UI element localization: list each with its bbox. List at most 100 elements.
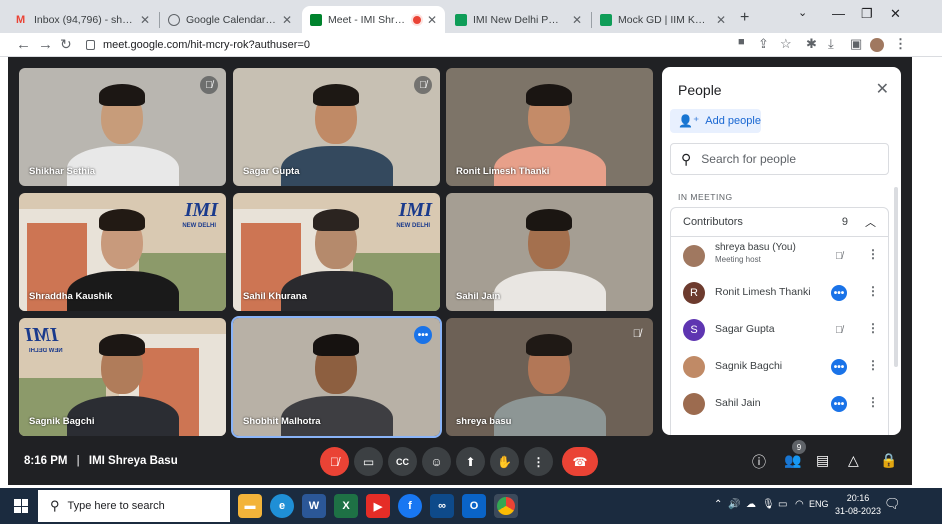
chat-icon[interactable]: ▤ bbox=[816, 452, 829, 469]
taskbar-search-box[interactable]: ⚲ Type here to search bbox=[38, 490, 230, 522]
tab-sheets-iim[interactable]: Mock GD | IIM Kashipur - Go ✕ bbox=[592, 6, 734, 33]
profile-avatar[interactable] bbox=[870, 38, 884, 52]
youtube-icon[interactable]: ▶ bbox=[366, 494, 390, 518]
participant-avatar bbox=[683, 393, 705, 415]
participant-hair bbox=[99, 334, 145, 356]
hand-icon: ✋ bbox=[497, 454, 512, 469]
add-person-icon: 👤⁺ bbox=[678, 114, 700, 128]
mic-off-icon: 🎙̸ bbox=[835, 250, 843, 262]
close-tab-icon[interactable]: ✕ bbox=[572, 13, 582, 27]
close-tab-icon[interactable]: ✕ bbox=[427, 13, 437, 27]
tab-meet[interactable]: Meet - IMI Shreya Basu ✕ bbox=[302, 6, 445, 33]
word-icon[interactable]: W bbox=[302, 494, 326, 518]
participant-row[interactable]: Sahil Jain ••• ⋮ bbox=[671, 385, 890, 422]
participant-options-icon[interactable]: ⋮ bbox=[867, 395, 879, 409]
participant-row[interactable]: shreya basu (You) Meeting host 🎙̸ ⋮ bbox=[671, 237, 890, 274]
more-options-button[interactable]: ⋮ bbox=[524, 447, 553, 476]
search-icon: ⚲ bbox=[50, 498, 60, 513]
participant-options-icon[interactable]: ⋮ bbox=[867, 247, 879, 261]
speaker-icon[interactable]: 🔊 bbox=[728, 499, 740, 510]
search-people-input[interactable]: ⚲ Search for people bbox=[670, 143, 889, 175]
download-icon[interactable]: ⤓ bbox=[828, 36, 834, 52]
reload-icon[interactable]: ↻ bbox=[60, 36, 72, 53]
new-tab-button[interactable]: + bbox=[740, 9, 749, 27]
host-controls-icon[interactable]: 🔒 bbox=[880, 452, 897, 469]
participant-hair bbox=[526, 84, 572, 106]
present-button[interactable]: ⬆ bbox=[456, 447, 485, 476]
participant-tile[interactable]: IMI NEW DELHI Sahil Khurana bbox=[233, 193, 440, 311]
participant-tile[interactable]: Shikhar Sethia 🎙̸ bbox=[19, 68, 226, 186]
close-window-button[interactable]: ✕ bbox=[890, 6, 901, 22]
participant-row[interactable]: Sagnik Bagchi ••• ⋮ bbox=[671, 348, 890, 385]
minimize-button[interactable]: — bbox=[832, 6, 845, 21]
camera-button[interactable]: ▭ bbox=[354, 447, 383, 476]
panel-scrollbar[interactable] bbox=[894, 187, 898, 367]
tab-sheets-imi[interactable]: IMI New Delhi PGP - 1 Mock ✕ bbox=[447, 6, 590, 33]
meeting-details-icon[interactable]: ⓘ bbox=[752, 452, 766, 472]
participant-name: Sagnik Bagchi bbox=[29, 416, 95, 427]
participant-tile[interactable]: Sahil Jain bbox=[446, 193, 653, 311]
participant-body bbox=[494, 271, 606, 311]
side-panel-icon[interactable]: ▣ bbox=[850, 36, 862, 52]
speaking-indicator-icon: ••• bbox=[831, 359, 847, 375]
participant-hair bbox=[313, 84, 359, 106]
notifications-icon[interactable]: 🗨 bbox=[884, 496, 901, 512]
raise-hand-button[interactable]: ✋ bbox=[490, 447, 519, 476]
reactions-button[interactable]: ☺ bbox=[422, 447, 451, 476]
facebook-icon[interactable]: f bbox=[398, 494, 422, 518]
language-indicator[interactable]: ENG bbox=[809, 499, 829, 509]
participant-options-icon[interactable]: ⋮ bbox=[867, 284, 879, 298]
chrome-icon[interactable] bbox=[494, 494, 518, 518]
cloud-icon[interactable]: ☁ bbox=[746, 499, 756, 510]
battery-icon[interactable]: ▭ bbox=[778, 499, 787, 510]
gmail-icon: M bbox=[16, 13, 26, 26]
browser-menu-icon[interactable]: ⋮ bbox=[894, 36, 907, 52]
outlook-icon[interactable]: O bbox=[462, 494, 486, 518]
windows-taskbar: ⚲ Type here to search ▬ e W X ▶ f ∞ O ⌃ … bbox=[0, 488, 942, 524]
close-panel-icon[interactable]: ✕ bbox=[876, 79, 889, 99]
tray-chevron-icon[interactable]: ⌃ bbox=[714, 499, 722, 510]
app-icon[interactable]: ∞ bbox=[430, 494, 454, 518]
forward-arrow-icon[interactable]: → bbox=[38, 36, 53, 53]
participant-tile[interactable]: IMI NEW DELHI Shraddha Kaushik bbox=[19, 193, 226, 311]
participant-options-icon[interactable]: ⋮ bbox=[867, 358, 879, 372]
tab-calendar[interactable]: Google Calendar - Friday, 1 ✕ bbox=[160, 6, 300, 33]
participant-name: shreya basu bbox=[456, 416, 512, 427]
add-people-button[interactable]: 👤⁺ Add people bbox=[670, 109, 761, 133]
captions-button[interactable]: CC bbox=[388, 447, 417, 476]
tab-gmail[interactable]: M Inbox (94,796) - shreyabasu3 ✕ bbox=[8, 6, 158, 33]
restore-button[interactable]: ❐ bbox=[861, 6, 873, 22]
mic-tray-icon[interactable]: 🎙 bbox=[762, 499, 775, 510]
participant-row[interactable]: S Sagar Gupta 🎙̸ ⋮ bbox=[671, 311, 890, 348]
leave-call-button[interactable]: ☎ bbox=[562, 447, 598, 476]
participant-tile[interactable]: Sagar Gupta 🎙̸ bbox=[233, 68, 440, 186]
system-clock[interactable]: 20:16 31-08-2023 bbox=[835, 492, 881, 518]
close-tab-icon[interactable]: ✕ bbox=[282, 13, 292, 27]
participant-name: Ronit Limesh Thanki bbox=[715, 286, 811, 298]
back-arrow-icon[interactable]: ← bbox=[16, 36, 31, 53]
close-tab-icon[interactable]: ✕ bbox=[140, 13, 150, 27]
participant-tile[interactable]: Ronit Limesh Thanki bbox=[446, 68, 653, 186]
url-field[interactable]: meet.google.com/hit-mcry-rok?authuser=0 bbox=[76, 34, 716, 55]
file-explorer-icon[interactable]: ▬ bbox=[238, 494, 262, 518]
close-tab-icon[interactable]: ✕ bbox=[716, 13, 726, 27]
excel-icon[interactable]: X bbox=[334, 494, 358, 518]
participant-options-icon[interactable]: ⋮ bbox=[867, 321, 879, 335]
contributors-section-toggle[interactable]: Contributors 9 ︿ bbox=[670, 207, 889, 237]
edge-icon[interactable]: e bbox=[270, 494, 294, 518]
camera-icon[interactable]: ■ bbox=[738, 36, 745, 48]
wifi-icon[interactable]: ◠ bbox=[795, 499, 804, 510]
microphone-off-button[interactable]: 🎙̸ bbox=[320, 447, 349, 476]
participant-row[interactable]: R Ronit Limesh Thanki ••• ⋮ bbox=[671, 274, 890, 311]
tab-search-icon[interactable]: ⌄ bbox=[798, 6, 807, 19]
extensions-icon[interactable]: ✱ bbox=[806, 36, 817, 52]
activities-icon[interactable]: △ bbox=[848, 452, 859, 469]
participant-tile[interactable]: shreya basu 🎙̸ bbox=[446, 318, 653, 436]
share-icon[interactable]: ⇪ bbox=[758, 36, 769, 52]
windows-start-icon[interactable] bbox=[14, 499, 28, 513]
bookmark-star-icon[interactable]: ☆ bbox=[780, 36, 792, 52]
participant-avatar: R bbox=[683, 282, 705, 304]
participant-tile[interactable]: Shobhit Malhotra ••• bbox=[231, 316, 442, 438]
people-icon[interactable]: 👥 bbox=[784, 452, 801, 469]
participant-tile[interactable]: IMI NEW DELHI Sagnik Bagchi bbox=[19, 318, 226, 436]
